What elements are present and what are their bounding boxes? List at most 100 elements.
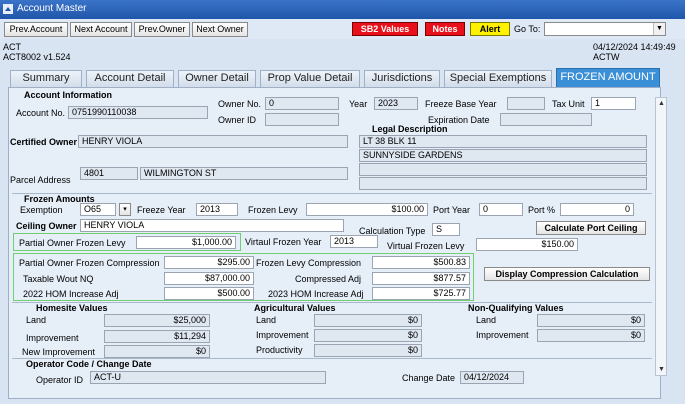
next-account-button[interactable]: Next Account — [70, 22, 132, 37]
next-owner-button[interactable]: Next Owner — [192, 22, 248, 37]
tab-bar: Summary Account Detail Owner Detail Prop… — [0, 68, 685, 87]
nonqualifying-land-field[interactable]: $0 — [537, 314, 645, 327]
expiration-date-field[interactable] — [500, 113, 592, 126]
freeze-year-label: Freeze Year — [137, 205, 186, 215]
tax-unit-field[interactable]: 1 — [591, 97, 636, 110]
goto-dropdown[interactable]: ▼ — [544, 22, 666, 36]
account-no-field[interactable]: 0751990110038 — [68, 106, 208, 119]
workstation-code: ACTW — [593, 52, 620, 62]
homesite-improvement-field[interactable]: $11,294 — [104, 330, 210, 343]
port-pct-label: Port % — [528, 205, 556, 215]
change-date-label: Change Date — [402, 373, 456, 383]
compressed-adj-field[interactable]: $877.57 — [372, 272, 470, 285]
operator-id-label: Operator ID — [36, 375, 84, 385]
section-divider — [12, 193, 652, 194]
notes-button[interactable]: Notes — [425, 22, 465, 36]
app-version: ACT8002 v1.524 — [3, 52, 71, 62]
legal-line-4[interactable] — [359, 177, 647, 190]
parcel-number-field[interactable]: 4801 — [80, 167, 138, 180]
window-title: Account Master — [17, 3, 87, 14]
agricultural-land-label: Land — [256, 315, 277, 325]
agricultural-productivity-field[interactable]: $0 — [314, 344, 422, 357]
account-info-heading: Account Information — [24, 90, 112, 100]
owner-id-label: Owner ID — [218, 115, 257, 125]
chevron-down-icon[interactable]: ▼ — [653, 23, 665, 35]
calculation-type-field[interactable]: S — [432, 223, 460, 236]
agricultural-land-field[interactable]: $0 — [314, 314, 422, 327]
frozen-levy-label: Frozen Levy — [248, 205, 298, 215]
prev-owner-button[interactable]: Prev.Owner — [134, 22, 190, 37]
exemption-field[interactable]: O65 — [80, 203, 116, 216]
app-icon — [3, 4, 13, 14]
legal-line-3[interactable] — [359, 163, 647, 176]
ceiling-owner-field[interactable]: HENRY VIOLA — [80, 219, 344, 232]
tab-account-detail[interactable]: Account Detail — [86, 70, 174, 87]
owner-no-label: Owner No. — [218, 99, 262, 109]
account-no-label: Account No. — [16, 108, 66, 118]
year-field[interactable]: 2023 — [374, 97, 418, 110]
tab-frozen-amount[interactable]: FROZEN AMOUNT — [556, 68, 660, 87]
prev-account-button[interactable]: Prev.Account — [4, 22, 68, 37]
partial-owner-frozen-levy-label: Partial Owner Frozen Levy — [19, 238, 126, 248]
change-date-field[interactable]: 04/12/2024 — [460, 371, 524, 384]
port-pct-field[interactable]: 0 — [560, 203, 634, 216]
alert-button[interactable]: Alert — [470, 22, 510, 36]
year-label: Year — [349, 99, 368, 109]
display-compression-button[interactable]: Display Compression Calculation — [484, 267, 650, 281]
homesite-land-label: Land — [26, 315, 47, 325]
port-year-field[interactable]: 0 — [479, 203, 523, 216]
virtual-frozen-levy-field[interactable]: $150.00 — [476, 238, 578, 251]
owner-no-field[interactable]: 0 — [265, 97, 339, 110]
taxable-wout-nq-label: Taxable Wout NQ — [23, 274, 94, 284]
hom-increase-2023-field[interactable]: $725.77 — [372, 287, 470, 300]
parcel-street-field[interactable]: WILMINGTON ST — [140, 167, 348, 180]
partial-owner-frozen-compression-label: Partial Owner Frozen Compression — [19, 258, 160, 268]
scroll-down-icon[interactable]: ▼ — [657, 365, 666, 374]
operator-heading: Operator Code / Change Date — [26, 359, 152, 369]
frozen-levy-compression-field[interactable]: $500.83 — [372, 256, 470, 269]
frozen-levy-compression-label: Frozen Levy Compression — [256, 258, 362, 268]
operator-id-field[interactable]: ACT-U — [90, 371, 326, 384]
title-bar: Account Master — [0, 0, 685, 19]
app-code: ACT — [3, 42, 21, 52]
nonqualifying-improvement-field[interactable]: $0 — [537, 329, 645, 342]
tab-prop-value-detail[interactable]: Prop Value Detail — [260, 70, 360, 87]
partial-owner-frozen-compression-field[interactable]: $295.00 — [164, 256, 254, 269]
hom-increase-2023-label: 2023 HOM Increase Adj — [268, 289, 364, 299]
certified-owner-field[interactable]: HENRY VIOLA — [78, 135, 348, 148]
homesite-new-improvement-field[interactable]: $0 — [104, 345, 210, 358]
calculate-port-ceiling-button[interactable]: Calculate Port Ceiling — [536, 221, 646, 235]
virtual-frozen-year-label: Virtaul Frozen Year — [245, 237, 322, 247]
hom-increase-2022-field[interactable]: $500.00 — [164, 287, 254, 300]
tab-special-exemptions[interactable]: Special Exemptions — [444, 70, 552, 87]
homesite-heading: Homesite Values — [36, 303, 108, 313]
virtual-frozen-year-field[interactable]: 2013 — [330, 235, 378, 248]
legal-description-label: Legal Description — [372, 124, 448, 134]
exemption-lookup-icon[interactable]: ▾ — [119, 203, 131, 216]
sb2-values-button[interactable]: SB2 Values — [352, 22, 418, 36]
nonqualifying-heading: Non-Qualifying Values — [468, 303, 564, 313]
ceiling-owner-label: Ceiling Owner — [16, 221, 77, 231]
tab-summary[interactable]: Summary — [10, 70, 82, 87]
legal-line-2[interactable]: SUNNYSIDE GARDENS — [359, 149, 647, 162]
tab-owner-detail[interactable]: Owner Detail — [178, 70, 256, 87]
frozen-levy-field[interactable]: $100.00 — [306, 203, 428, 216]
homesite-land-field[interactable]: $25,000 — [104, 314, 210, 327]
toolbar: Prev.Account Next Account Prev.Owner Nex… — [0, 19, 685, 39]
scroll-up-icon[interactable]: ▲ — [657, 99, 666, 108]
port-year-label: Port Year — [433, 205, 471, 215]
partial-owner-frozen-levy-field[interactable]: $1,000.00 — [136, 236, 236, 249]
freeze-year-field[interactable]: 2013 — [196, 203, 238, 216]
taxable-wout-nq-field[interactable]: $87,000.00 — [164, 272, 254, 285]
homesite-improvement-label: Improvement — [26, 333, 79, 343]
tab-jurisdictions[interactable]: Jurisdictions — [364, 70, 440, 87]
nonqualifying-land-label: Land — [476, 315, 497, 325]
vertical-scrollbar[interactable]: ▲ ▼ — [655, 97, 667, 376]
freeze-base-year-field[interactable] — [507, 97, 545, 110]
legal-line-1[interactable]: LT 38 BLK 11 — [359, 135, 647, 148]
virtual-frozen-levy-label: Virtual Frozen Levy — [387, 241, 465, 251]
agricultural-heading: Agricultural Values — [254, 303, 336, 313]
agricultural-improvement-field[interactable]: $0 — [314, 329, 422, 342]
homesite-new-improvement-label: New Improvement — [22, 347, 96, 357]
owner-id-field[interactable] — [265, 113, 339, 126]
